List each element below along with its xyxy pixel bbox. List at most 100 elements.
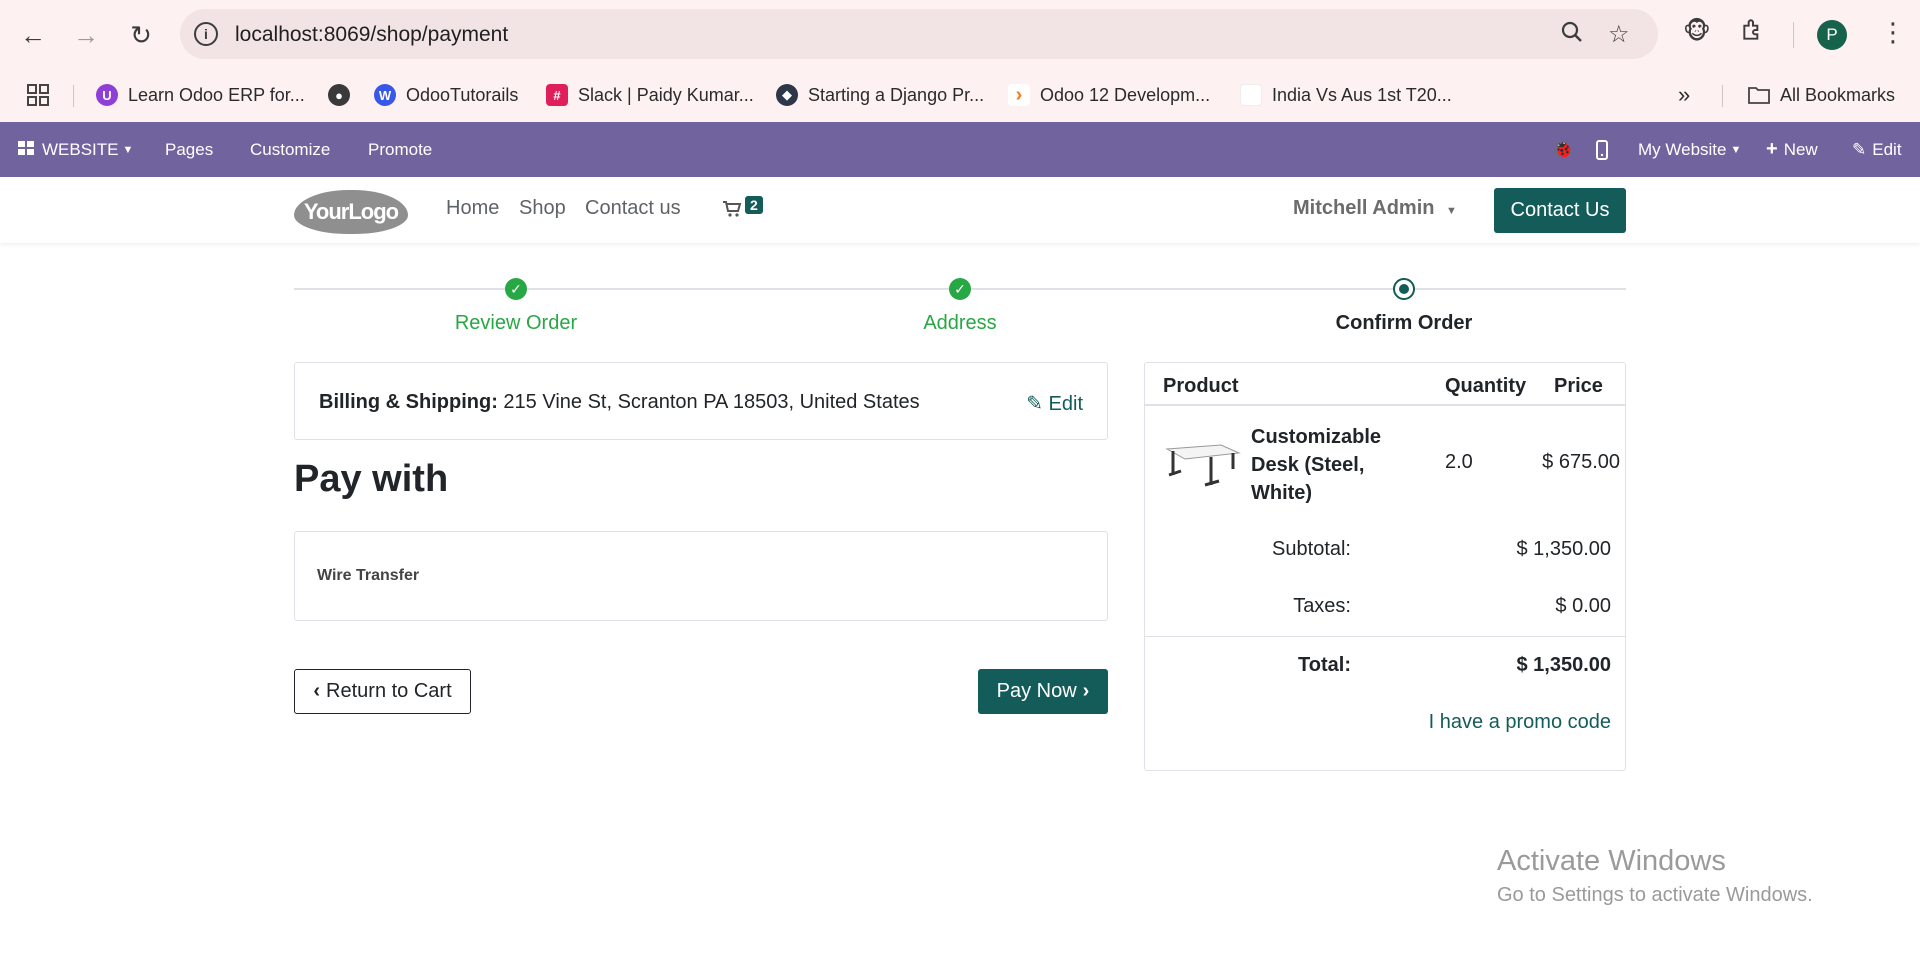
- cart-icon[interactable]: [722, 199, 742, 219]
- bookmark-slack[interactable]: # Slack | Paidy Kumar...: [546, 81, 754, 109]
- bookmark-india-aus[interactable]: India Vs Aus 1st T20...: [1240, 81, 1452, 109]
- cart-count-badge: 2: [745, 196, 763, 214]
- url-text[interactable]: localhost:8069/shop/payment: [235, 23, 508, 47]
- packt-favicon-icon: ›: [1008, 84, 1030, 106]
- more-bookmarks-icon[interactable]: »: [1678, 81, 1690, 109]
- nav-contact-us[interactable]: Contact us: [585, 197, 681, 220]
- bookmark-label: Starting a Django Pr...: [808, 84, 985, 105]
- all-bookmarks-folder[interactable]: All Bookmarks: [1748, 81, 1895, 109]
- zoom-icon[interactable]: [1560, 20, 1584, 51]
- billing-address: Billing & Shipping: 215 Vine St, Scranto…: [319, 391, 920, 414]
- forward-arrow-icon[interactable]: →: [68, 17, 104, 53]
- promote-menu[interactable]: Promote: [368, 122, 432, 177]
- col-price: Price: [1554, 375, 1603, 397]
- user-menu[interactable]: Mitchell Admin ▼: [1293, 197, 1457, 220]
- subtotal-label: Subtotal:: [1272, 538, 1351, 560]
- step-review-order[interactable]: Review Order: [455, 312, 577, 335]
- mobile-preview-icon[interactable]: [1596, 122, 1608, 177]
- bookmark-globe[interactable]: ●: [328, 81, 360, 109]
- pay-now-label: Pay Now: [996, 680, 1077, 702]
- debug-bug-icon[interactable]: 🐞: [1552, 122, 1574, 177]
- address-bar[interactable]: i localhost:8069/shop/payment ☆: [180, 9, 1658, 59]
- bookmark-learn-odoo[interactable]: U Learn Odoo ERP for...: [96, 81, 305, 109]
- billing-edit-link[interactable]: ✎ Edit: [1026, 391, 1083, 416]
- all-bookmarks-label: All Bookmarks: [1780, 84, 1896, 105]
- bookmark-label: Learn Odoo ERP for...: [128, 84, 305, 105]
- toolbar-divider: [1793, 22, 1794, 48]
- website-menu[interactable]: WEBSITE ▼: [18, 122, 133, 177]
- total-label: Total:: [1298, 654, 1351, 676]
- order-summary: Product Quantity Price Customizable Desk…: [1144, 362, 1626, 771]
- subtotal-value: $ 1,350.00: [1516, 538, 1611, 560]
- reload-icon[interactable]: ↻: [123, 17, 159, 53]
- apps-icon: [18, 140, 34, 160]
- bookmark-divider: [1722, 85, 1723, 107]
- odoo-website-bar: WEBSITE ▼ Pages Customize Promote 🐞 My W…: [0, 122, 1920, 177]
- my-website-label: My Website: [1638, 139, 1727, 159]
- edit-button[interactable]: ✎ Edit: [1852, 122, 1902, 177]
- nav-home[interactable]: Home: [446, 197, 499, 220]
- site-info-icon[interactable]: i: [194, 22, 218, 46]
- promo-code-link[interactable]: I have a promo code: [1429, 711, 1611, 734]
- bookmark-django[interactable]: ◆ Starting a Django Pr...: [776, 81, 984, 109]
- caret-down-icon: ▼: [122, 143, 134, 156]
- extension-monkey-icon[interactable]: 🐵: [1683, 17, 1711, 46]
- edit-icon: ✎: [1026, 393, 1043, 415]
- website-label: WEBSITE: [42, 139, 119, 159]
- bookmark-label: India Vs Aus 1st T20...: [1272, 84, 1452, 105]
- total-divider: [1145, 636, 1625, 637]
- new-button[interactable]: + New: [1766, 122, 1818, 177]
- checkmark-icon: ✓: [505, 278, 527, 300]
- billing-label: Billing & Shipping:: [319, 391, 498, 413]
- user-name: Mitchell Admin: [1293, 197, 1435, 219]
- my-website-dropdown[interactable]: My Website ▼: [1638, 122, 1741, 177]
- product-quantity: 2.0: [1445, 451, 1473, 473]
- total-value: $ 1,350.00: [1516, 654, 1611, 676]
- activate-title: Activate Windows: [1497, 845, 1726, 877]
- bookmarks-bar: U Learn Odoo ERP for... ● W OdooTutorail…: [0, 69, 1920, 122]
- taxes-label: Taxes:: [1293, 595, 1351, 617]
- product-price: $ 675.00: [1542, 451, 1620, 473]
- product-name[interactable]: Customizable Desk (Steel, White): [1251, 423, 1401, 507]
- product-image: [1163, 435, 1243, 495]
- globe-icon: ●: [328, 84, 350, 106]
- caret-down-icon: ▼: [1446, 205, 1457, 217]
- profile-avatar[interactable]: P: [1817, 20, 1847, 50]
- new-label: New: [1783, 139, 1818, 159]
- bookmark-label: Odoo 12 Developm...: [1040, 84, 1211, 105]
- kebab-menu-icon[interactable]: ⋮: [1880, 17, 1906, 48]
- billing-address-value: 215 Vine St, Scranton PA 18503, United S…: [503, 391, 920, 413]
- chevron-left-icon: ‹: [313, 680, 321, 702]
- pay-with-heading: Pay with: [294, 458, 449, 500]
- nav-shop[interactable]: Shop: [519, 197, 566, 220]
- return-to-cart-button[interactable]: ‹ Return to Cart: [294, 669, 471, 714]
- pay-now-button[interactable]: Pay Now ›: [978, 669, 1108, 714]
- extensions-puzzle-icon[interactable]: [1740, 17, 1766, 50]
- bookmark-odoo12[interactable]: › Odoo 12 Developm...: [1008, 81, 1210, 109]
- blank-favicon-icon: [1240, 84, 1262, 106]
- bookmark-odootutorials[interactable]: W OdooTutorails: [374, 81, 518, 109]
- bookmark-divider: [73, 85, 74, 107]
- payment-method-label: Wire Transfer: [317, 567, 420, 584]
- payment-method-wire-transfer[interactable]: Wire Transfer: [294, 531, 1108, 621]
- bookmark-label: OdooTutorails: [406, 84, 519, 105]
- billing-shipping-card: Billing & Shipping: 215 Vine St, Scranto…: [294, 362, 1108, 440]
- activate-subtitle: Go to Settings to activate Windows.: [1497, 884, 1813, 906]
- checkmark-icon: ✓: [949, 278, 971, 300]
- browser-toolbar: ← → ↻ i localhost:8069/shop/payment ☆ 🐵 …: [0, 0, 1920, 69]
- contact-us-button[interactable]: Contact Us: [1494, 188, 1626, 233]
- step-confirm-order: Confirm Order: [1335, 312, 1473, 334]
- caret-down-icon: ▼: [1730, 143, 1742, 156]
- folder-icon: [1748, 84, 1770, 106]
- windows-activation-watermark: Activate Windows Go to Settings to activ…: [1497, 845, 1813, 907]
- step-address[interactable]: Address: [923, 312, 996, 335]
- back-arrow-icon[interactable]: ←: [15, 17, 51, 53]
- site-logo[interactable]: YourLogo: [294, 190, 408, 234]
- customize-menu[interactable]: Customize: [250, 122, 330, 177]
- chevron-right-icon: ›: [1082, 680, 1090, 702]
- header-divider: [1145, 404, 1625, 406]
- bookmark-star-icon[interactable]: ☆: [1608, 20, 1630, 49]
- pages-menu[interactable]: Pages: [165, 122, 213, 177]
- wordpress-favicon-icon: W: [374, 84, 396, 106]
- apps-grid-icon[interactable]: [26, 81, 50, 109]
